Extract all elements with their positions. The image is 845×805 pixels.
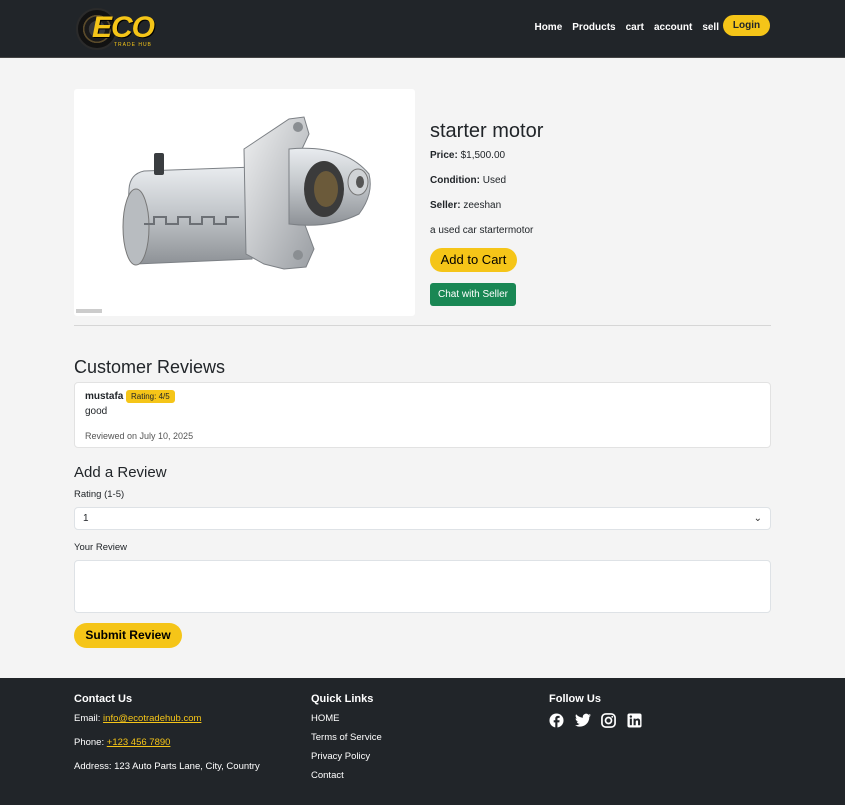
product-description: a used car startermotor bbox=[430, 225, 534, 236]
review-label: Your Review bbox=[74, 542, 127, 553]
footer-link-home[interactable]: HOME bbox=[311, 713, 382, 724]
site-footer: Contact Us Email: info@ecotradehub.com P… bbox=[0, 678, 845, 805]
reviews-heading: Customer Reviews bbox=[74, 357, 226, 377]
chat-with-seller-button[interactable]: Chat with Seller bbox=[430, 283, 516, 306]
logo-subtext: TRADE HUB bbox=[114, 42, 152, 48]
logo-text: ECO bbox=[92, 11, 155, 44]
facebook-icon[interactable] bbox=[549, 713, 564, 728]
chevron-down-icon: ⌄ bbox=[753, 513, 762, 524]
review-date: Reviewed on July 10, 2025 bbox=[85, 431, 194, 441]
image-watermark bbox=[76, 309, 102, 313]
review-textarea[interactable] bbox=[74, 560, 771, 613]
condition-label: Condition: bbox=[430, 175, 480, 186]
main-nav: Home Products cart account sell bbox=[524, 22, 719, 33]
condition-value: Used bbox=[482, 175, 507, 186]
price-value: $1,500.00 bbox=[460, 150, 506, 161]
instagram-icon[interactable] bbox=[601, 713, 616, 728]
submit-review-button[interactable]: Submit Review bbox=[74, 623, 182, 648]
rating-badge: Rating: 4/5 bbox=[126, 390, 175, 403]
price-row: Price: $1,500.00 bbox=[430, 150, 505, 161]
rating-label: Rating (1-5) bbox=[74, 489, 125, 500]
rating-select-value: 1 bbox=[83, 513, 89, 524]
email-line: Email: info@ecotradehub.com bbox=[74, 713, 260, 724]
review-card: mustafa Rating: 4/5 good Reviewed on Jul… bbox=[74, 382, 771, 448]
linkedin-icon[interactable] bbox=[627, 713, 642, 728]
product-title: starter motor bbox=[430, 120, 544, 142]
nav-cart[interactable]: cart bbox=[626, 22, 644, 33]
site-header: ECO TRADE HUB Home Products cart account… bbox=[0, 0, 845, 58]
product-image bbox=[74, 89, 415, 316]
phone-line: Phone: +123 456 7890 bbox=[74, 737, 260, 748]
price-label: Price: bbox=[430, 150, 458, 161]
contact-heading: Contact Us bbox=[74, 693, 133, 705]
footer-follow: Follow Us bbox=[549, 693, 642, 728]
rating-select[interactable]: 1 ⌄ bbox=[74, 507, 771, 530]
divider bbox=[74, 325, 771, 326]
add-review-heading: Add a Review bbox=[74, 464, 167, 481]
email-label: Email: bbox=[74, 713, 101, 724]
review-text: good bbox=[85, 406, 108, 417]
footer-link-privacy[interactable]: Privacy Policy bbox=[311, 751, 382, 762]
seller-label: Seller: bbox=[430, 200, 461, 211]
social-icons bbox=[549, 713, 642, 728]
footer-link-terms[interactable]: Terms of Service bbox=[311, 732, 382, 743]
nav-home[interactable]: Home bbox=[534, 22, 562, 33]
footer-quick-links: Quick Links HOME Terms of Service Privac… bbox=[311, 693, 382, 789]
seller-value: zeeshan bbox=[463, 200, 502, 211]
phone-label: Phone: bbox=[74, 737, 105, 748]
seller-row: Seller: zeeshan bbox=[430, 200, 501, 211]
condition-row: Condition: Used bbox=[430, 175, 506, 186]
login-button[interactable]: Login bbox=[723, 15, 770, 36]
phone-link[interactable]: +123 456 7890 bbox=[107, 737, 171, 748]
add-to-cart-button[interactable]: Add to Cart bbox=[430, 248, 517, 272]
footer-link-contact[interactable]: Contact bbox=[311, 770, 382, 781]
nav-products[interactable]: Products bbox=[572, 22, 615, 33]
address-line: Address: 123 Auto Parts Lane, City, Coun… bbox=[74, 761, 260, 772]
twitter-icon[interactable] bbox=[575, 713, 591, 728]
starter-motor-image bbox=[122, 116, 371, 270]
reviewer-name: mustafa bbox=[85, 391, 124, 402]
email-link[interactable]: info@ecotradehub.com bbox=[103, 713, 201, 724]
quick-links-heading: Quick Links bbox=[311, 693, 374, 705]
nav-account[interactable]: account bbox=[654, 22, 692, 33]
footer-contact: Contact Us Email: info@ecotradehub.com P… bbox=[74, 693, 260, 785]
logo[interactable]: ECO TRADE HUB bbox=[74, 6, 174, 52]
nav-sell[interactable]: sell bbox=[702, 22, 719, 33]
follow-heading: Follow Us bbox=[549, 693, 601, 705]
